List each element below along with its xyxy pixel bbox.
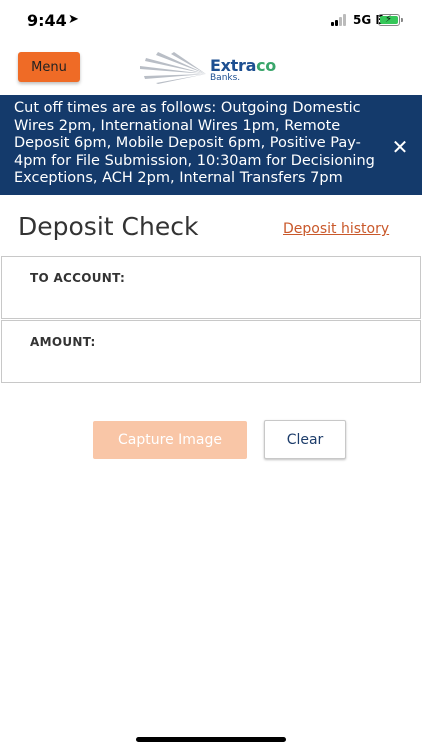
amount-field[interactable]: AMOUNT: [1, 320, 421, 383]
close-icon[interactable]: ✕ [388, 135, 412, 159]
page-title: Deposit Check [18, 212, 199, 241]
charging-bolt-icon: ⚡ [385, 14, 393, 25]
status-bar: 9:44 ➤ 5G E ⚡ [0, 0, 422, 42]
menu-button[interactable]: Menu [18, 52, 80, 82]
battery-icon: ⚡ [378, 14, 403, 26]
to-account-field[interactable]: TO ACCOUNT: [1, 256, 421, 319]
app-header: Menu Extraco Banks. [0, 42, 422, 94]
cutoff-times-banner: Cut off times are as follows: Outgoing D… [0, 95, 422, 195]
amount-label: AMOUNT: [30, 335, 96, 349]
signal-strength-icon [331, 14, 351, 26]
capture-image-button[interactable]: Capture Image [93, 421, 247, 459]
extraco-banks-logo: Extraco Banks. [138, 50, 288, 86]
clear-button[interactable]: Clear [264, 420, 346, 459]
status-time: 9:44 [27, 11, 67, 30]
to-account-label: TO ACCOUNT: [30, 271, 126, 285]
home-indicator[interactable] [136, 737, 286, 742]
location-arrow-icon: ➤ [68, 12, 79, 27]
logo-rays-icon [140, 52, 206, 84]
deposit-history-link[interactable]: Deposit history [283, 221, 389, 237]
banner-message: Cut off times are as follows: Outgoing D… [14, 100, 375, 186]
logo-subtext: Banks. [210, 73, 241, 83]
